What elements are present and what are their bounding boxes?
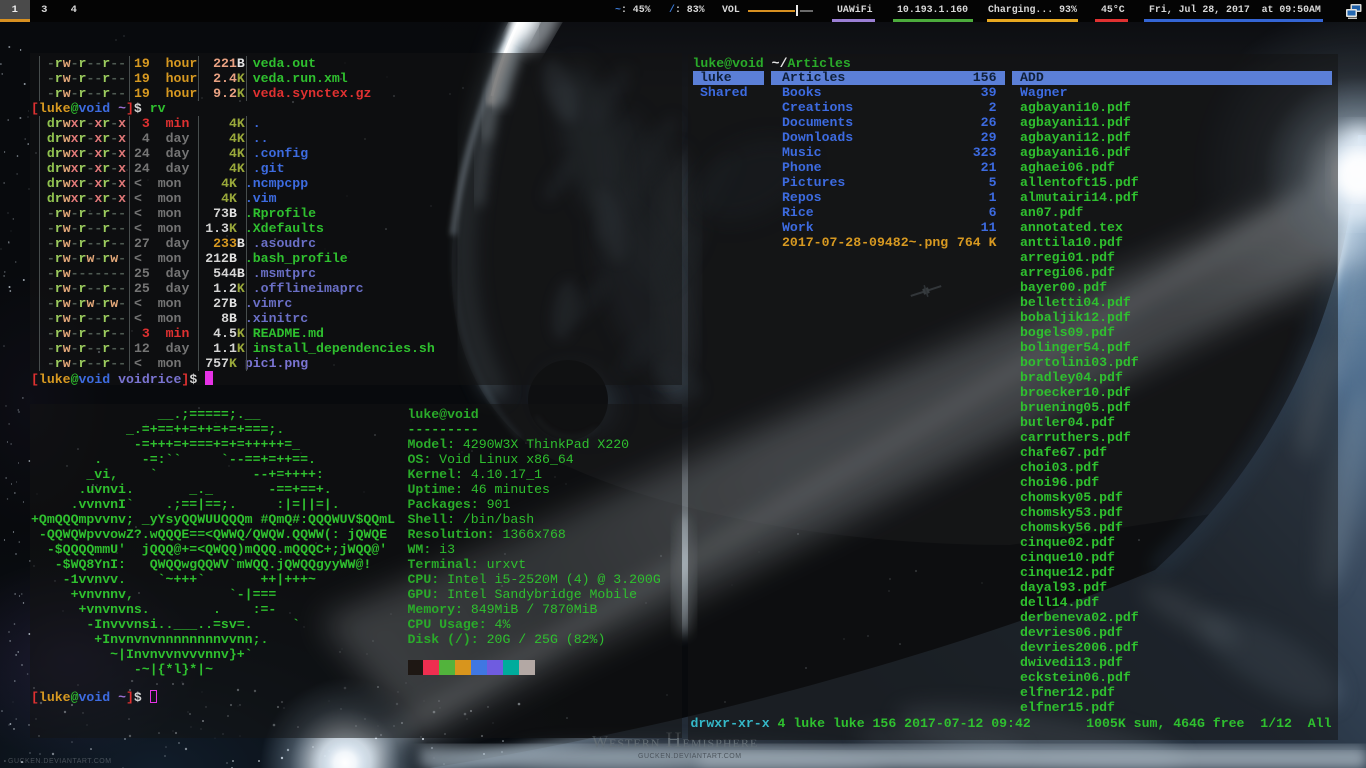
svg-text:GUCKEN.DEVIANTART.COM: GUCKEN.DEVIANTART.COM: [638, 753, 742, 760]
svg-text:GUCKEN.DEVIANTART.COM: GUCKEN.DEVIANTART.COM: [8, 758, 112, 765]
